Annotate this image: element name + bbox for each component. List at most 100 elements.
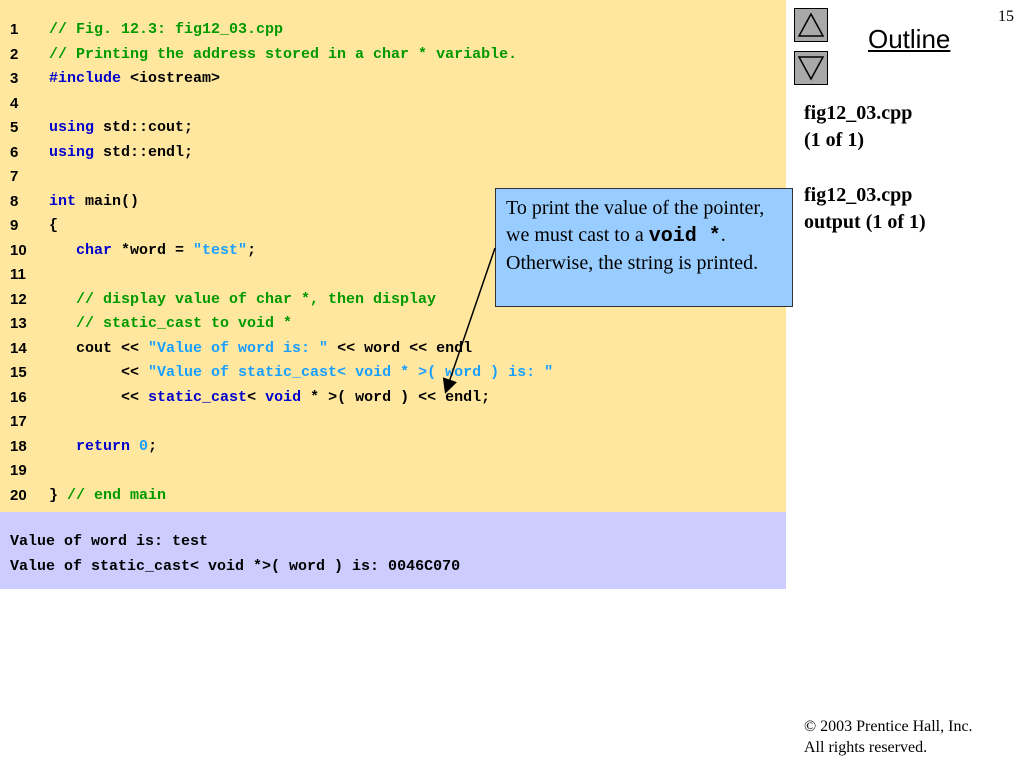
code-line: 13 // static_cast to void *	[0, 312, 786, 336]
code-line: 18 return 0;	[0, 435, 786, 459]
code-token: "test"	[193, 241, 248, 259]
copyright-line-1: 2003 Prentice Hall, Inc.	[816, 718, 973, 735]
callout-code: void *	[648, 225, 721, 248]
code-line: 14 cout << "Value of word is: " << word …	[0, 337, 786, 361]
code-text: #include <iostream>	[49, 67, 220, 91]
code-token: int	[49, 192, 77, 210]
output-line: Value of static_cast< void *>( word ) is…	[10, 558, 461, 575]
code-text: using std::cout;	[49, 116, 193, 140]
code-line: 7	[0, 165, 786, 189]
side-note-line: fig12_03.cpp	[804, 184, 913, 206]
line-number: 16	[10, 388, 27, 406]
code-text: return 0;	[49, 435, 157, 459]
code-token: {	[49, 217, 59, 234]
side-note-line: output (1 of 1)	[804, 211, 926, 233]
down-triangle-icon	[797, 56, 825, 81]
copyright-symbol: ©	[804, 718, 817, 735]
code-text: // display value of char *, then display	[49, 288, 436, 312]
code-text: int main()	[49, 190, 139, 214]
code-line: 3 #include <iostream>	[0, 67, 786, 91]
code-text: cout << "Value of word is: " << word << …	[49, 337, 472, 361]
side-note-source: fig12_03.cpp (1 of 1)	[804, 100, 912, 154]
code-token: return	[76, 437, 131, 455]
code-token: <<	[49, 388, 149, 406]
line-number: 9	[10, 217, 19, 234]
code-line: 16 << static_cast< void * >( word ) << e…	[0, 386, 786, 410]
page-number: 15	[998, 8, 1014, 25]
code-token: <<	[49, 364, 149, 381]
side-note-line: fig12_03.cpp	[804, 102, 913, 124]
line-number: 1	[10, 21, 19, 38]
code-text: // Fig. 12.3: fig12_03.cpp	[49, 18, 283, 42]
code-token: << word << endl	[328, 339, 473, 357]
code-text: using std::endl;	[49, 141, 193, 165]
code-token: static_cast	[148, 388, 248, 406]
line-number: 15	[10, 364, 27, 381]
output-line: Value of word is: test	[10, 533, 209, 550]
code-token: using	[49, 119, 95, 136]
line-number: 8	[10, 192, 19, 210]
previous-slide-button[interactable]	[794, 8, 828, 42]
code-token: std::endl;	[94, 143, 194, 161]
side-note-line: (1 of 1)	[804, 129, 864, 151]
code-token: // Printing the address stored in a char…	[49, 45, 518, 63]
line-number: 13	[10, 315, 27, 332]
code-token: "Value of static_cast< void * >( word ) …	[148, 364, 554, 381]
callout-note: To print the value of the pointer, we mu…	[495, 188, 793, 307]
code-token: char	[76, 241, 113, 259]
code-token: main()	[76, 192, 140, 210]
line-number: 6	[10, 143, 19, 161]
code-token: "Value of word is: "	[148, 339, 329, 357]
code-text: << "Value of static_cast< void * >( word…	[49, 361, 553, 385]
code-token: // Fig. 12.3: fig12_03.cpp	[49, 21, 284, 38]
code-line: 4	[0, 92, 786, 116]
code-token: cout <<	[49, 339, 149, 357]
line-number: 12	[10, 290, 27, 308]
code-token: std::cout;	[94, 119, 194, 136]
code-text: char *word = "test";	[49, 239, 256, 263]
side-note-output: fig12_03.cpp output (1 of 1)	[804, 182, 926, 236]
line-number: 4	[10, 94, 19, 112]
copyright-line-2: All rights reserved.	[804, 739, 928, 756]
code-token: 0	[139, 437, 149, 455]
code-token: // static_cast to void *	[49, 315, 293, 332]
line-number: 17	[10, 413, 27, 430]
up-triangle-icon	[797, 12, 825, 37]
line-number: 7	[10, 168, 19, 185]
line-number: 3	[10, 70, 19, 87]
line-number: 11	[10, 266, 26, 283]
next-slide-button[interactable]	[794, 51, 828, 85]
code-token: void	[265, 388, 302, 406]
line-number: 5	[10, 119, 19, 136]
code-token: #include	[49, 70, 122, 87]
code-token: <iostream>	[121, 70, 221, 87]
code-token: *word =	[112, 241, 194, 259]
code-line: 15 << "Value of static_cast< void * >( w…	[0, 361, 786, 385]
code-text: // Printing the address stored in a char…	[49, 43, 517, 67]
line-number: 20	[10, 486, 27, 504]
outline-link[interactable]: Outline	[868, 24, 950, 55]
code-token: ;	[247, 241, 257, 259]
code-token: }	[49, 486, 68, 504]
code-token: * >( word ) << endl;	[301, 388, 491, 406]
code-line: 2 // Printing the address stored in a cha…	[0, 43, 786, 67]
code-token: // end main	[67, 486, 167, 504]
code-text: {	[49, 214, 58, 238]
line-number: 10	[10, 241, 27, 259]
code-token: ;	[148, 437, 158, 455]
code-line: 1 // Fig. 12.3: fig12_03.cpp	[0, 18, 786, 42]
code-token: using	[49, 143, 95, 161]
code-line: 20} // end main	[0, 484, 786, 508]
code-text: } // end main	[49, 484, 166, 508]
code-line: 5 using std::cout;	[0, 116, 786, 140]
output-panel: Value of word is: test Value of static_ca…	[0, 512, 786, 589]
line-number: 19	[10, 462, 27, 479]
code-token: <	[247, 388, 266, 406]
code-token: // display value of char *, then display	[49, 290, 437, 308]
code-line: 17	[0, 410, 786, 434]
code-text: // static_cast to void *	[49, 312, 292, 336]
code-line: 6 using std::endl;	[0, 141, 786, 165]
